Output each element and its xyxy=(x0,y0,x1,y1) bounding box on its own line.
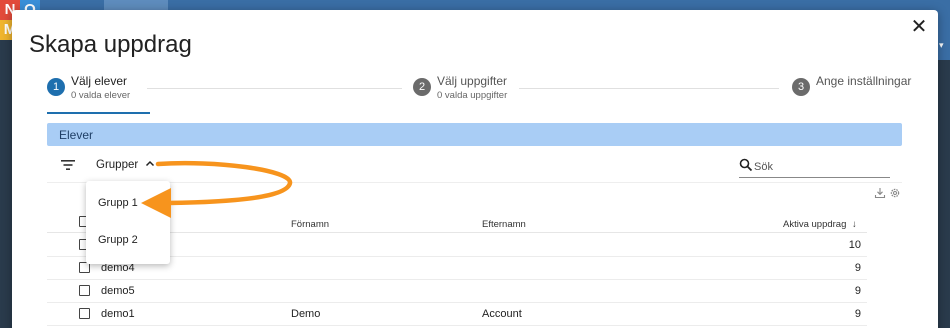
search-field[interactable] xyxy=(739,158,890,178)
section-title: Elever xyxy=(59,128,94,142)
magnifier-icon xyxy=(739,158,753,172)
step-connector xyxy=(147,88,402,89)
group-option-2[interactable]: Grupp 2 xyxy=(86,222,170,258)
step-sublabel: 0 valda uppgifter xyxy=(437,90,508,101)
cell-firstname: Demo xyxy=(291,308,321,320)
students-table: Förnamn Efternamn Aktiva uppdrag ↓ 10 de… xyxy=(47,182,902,328)
step-select-students[interactable]: 1 Välj elever 0 valda elever xyxy=(47,74,157,104)
cell-lastname: Account xyxy=(482,308,522,320)
step-sublabel: 0 valda elever xyxy=(71,90,131,101)
cell-active-assignments: 10 xyxy=(848,239,861,251)
dialog-title: Skapa uppdrag xyxy=(29,31,192,58)
chevron-down-icon: ▾ xyxy=(939,40,944,50)
step-select-tasks[interactable]: 2 Välj uppgifter 0 valda uppgifter xyxy=(413,74,523,104)
sort-arrow-icon: ↓ xyxy=(852,219,857,230)
groups-label: Grupper xyxy=(96,159,139,171)
filter-lines-icon[interactable] xyxy=(60,159,76,171)
groups-dropdown-menu: Grupp 1 Grupp 2 xyxy=(86,181,170,264)
table-row[interactable]: demo5 9 xyxy=(47,280,867,303)
close-button[interactable]: ✕ xyxy=(908,16,930,38)
step-label: Välj uppgifter xyxy=(437,74,508,88)
cell-active-assignments: 9 xyxy=(854,308,861,320)
step-connector xyxy=(519,88,779,89)
column-header-firstname[interactable]: Förnamn xyxy=(291,219,329,230)
download-icon[interactable] xyxy=(874,187,886,199)
students-section-header: Elever xyxy=(47,123,902,146)
search-input[interactable] xyxy=(754,159,888,175)
create-assignment-dialog: ✕ Skapa uppdrag 1 Välj elever 0 valda el… xyxy=(12,10,938,328)
table-row[interactable]: 10 xyxy=(47,234,867,257)
table-header-row: Förnamn Efternamn Aktiva uppdrag ↓ xyxy=(47,209,867,233)
step-number: 1 xyxy=(47,78,65,96)
cell-active-assignments: 9 xyxy=(854,262,861,274)
column-header-label: Aktiva uppdrag xyxy=(783,219,847,230)
step-label: Välj elever xyxy=(71,74,128,88)
group-option-1[interactable]: Grupp 1 xyxy=(86,185,170,221)
active-step-indicator xyxy=(47,112,150,114)
table-row[interactable]: demo1 Demo Account 9 xyxy=(47,303,867,326)
column-header-active-assignments[interactable]: Aktiva uppdrag ↓ xyxy=(783,219,857,230)
groups-toggle-button[interactable]: Grupper xyxy=(96,159,155,171)
step-number: 3 xyxy=(792,78,810,96)
row-checkbox[interactable] xyxy=(79,285,90,296)
cell-username: demo1 xyxy=(101,308,135,320)
chevron-up-icon xyxy=(145,160,155,167)
step-settings[interactable]: 3 Ange inställningar xyxy=(792,74,922,104)
step-label: Ange inställningar xyxy=(816,74,912,88)
row-checkbox[interactable] xyxy=(79,308,90,319)
cell-username: demo5 xyxy=(101,285,135,297)
table-row[interactable]: demo4 9 xyxy=(47,257,867,280)
step-number: 2 xyxy=(413,78,431,96)
column-header-lastname[interactable]: Efternamn xyxy=(482,219,526,230)
gear-icon[interactable] xyxy=(889,187,901,199)
cell-active-assignments: 9 xyxy=(854,285,861,297)
app-header-right: ▾ xyxy=(936,0,950,60)
